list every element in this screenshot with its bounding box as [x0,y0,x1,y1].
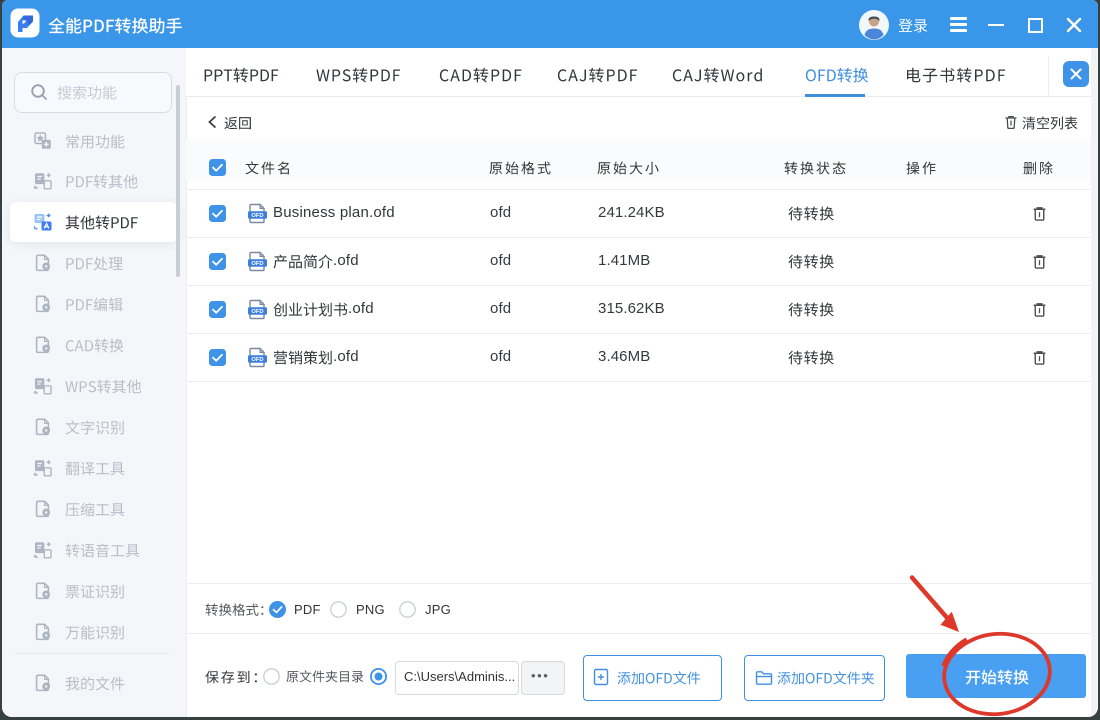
svg-text:OFD: OFD [251,356,263,362]
svg-text:OFD: OFD [251,260,263,266]
svg-text:OFD: OFD [251,308,263,314]
svg-text:OFD: OFD [251,212,263,218]
